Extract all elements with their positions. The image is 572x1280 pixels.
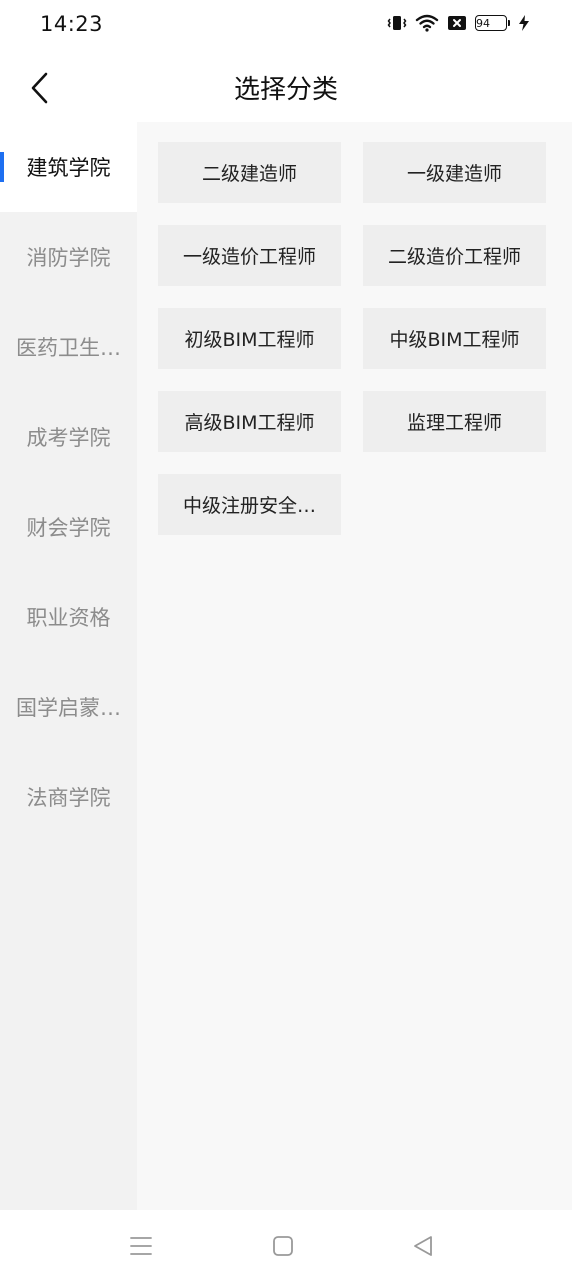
category-button[interactable]: 中级BIM工程师 [363,308,546,369]
nav-back-button[interactable] [409,1232,437,1260]
sidebar-item-fire[interactable]: 消防学院 [0,212,137,302]
category-button[interactable]: 二级建造师 [158,142,341,203]
status-time: 14:23 [40,12,104,36]
sidebar-item-architecture[interactable]: 建筑学院 [0,122,137,212]
category-sidebar: 建筑学院 消防学院 医药卫生… 成考学院 财会学院 职业资格 国学启蒙… 法商学… [0,122,137,1210]
no-sim-icon [447,14,467,32]
back-icon [414,1236,432,1256]
page-header: 选择分类 [0,52,572,122]
category-button[interactable]: 中级注册安全… [158,474,341,535]
category-button[interactable]: 一级建造师 [363,142,546,203]
category-grid: 二级建造师 一级建造师 一级造价工程师 二级造价工程师 初级BIM工程师 中级B… [158,142,546,535]
category-button[interactable]: 初级BIM工程师 [158,308,341,369]
menu-button[interactable] [127,1232,155,1260]
category-button[interactable]: 二级造价工程师 [363,225,546,286]
category-button[interactable]: 高级BIM工程师 [158,391,341,452]
sidebar-item-accounting[interactable]: 财会学院 [0,482,137,572]
sidebar-item-medicine[interactable]: 医药卫生… [0,302,137,392]
sidebar-item-qualification[interactable]: 职业资格 [0,572,137,662]
home-button[interactable] [269,1232,297,1260]
status-bar: 14:23 94 [0,0,572,52]
sidebar-item-adult-exam[interactable]: 成考学院 [0,392,137,482]
battery-icon: 94 [475,15,510,31]
system-nav-bar [0,1210,572,1280]
charging-icon [518,14,530,32]
category-content: 二级建造师 一级建造师 一级造价工程师 二级造价工程师 初级BIM工程师 中级B… [137,122,572,1210]
page-title: 选择分类 [233,75,338,105]
sidebar-item-chinese-studies[interactable]: 国学启蒙… [0,662,137,752]
battery-level: 94 [475,15,507,31]
sidebar-item-law-business[interactable]: 法商学院 [0,752,137,842]
menu-icon [130,1237,152,1255]
status-icons: 94 [387,14,530,32]
home-icon [273,1236,293,1256]
vibrate-icon [387,14,407,32]
category-button[interactable]: 一级造价工程师 [158,225,341,286]
wifi-icon [415,14,439,32]
category-button[interactable]: 监理工程师 [363,391,546,452]
